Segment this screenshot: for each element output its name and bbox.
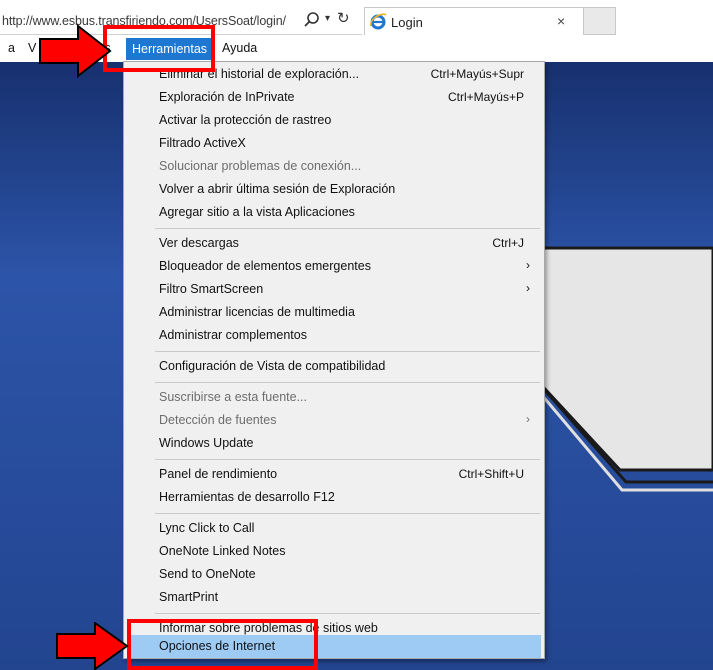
red-arrow-icon: [39, 24, 112, 78]
red-arrow-icon: [56, 622, 129, 670]
menu-item-send-to-onenote[interactable]: Send to OneNote: [124, 563, 544, 586]
tab-title: Login: [391, 15, 423, 30]
menu-item-agregar-aplicaciones[interactable]: Agregar sitio a la vista Aplicaciones: [124, 201, 544, 224]
menu-item-proteccion-rastreo[interactable]: Activar la protección de rastreo: [124, 109, 544, 132]
menu-item-reabrir-sesion[interactable]: Volver a abrir última sesión de Explorac…: [124, 178, 544, 201]
menubar-item-fragment[interactable]: a: [8, 41, 15, 55]
menu-item-administrar-complementos[interactable]: Administrar complementos: [124, 324, 544, 347]
menu-separator: [155, 228, 540, 229]
highlight-box-opciones-internet: [127, 619, 318, 670]
menu-item-filtro-smartscreen[interactable]: Filtro SmartScreen ›: [124, 278, 544, 301]
chevron-down-icon[interactable]: ▾: [325, 13, 330, 24]
tools-menu: Eliminar el historial de exploración... …: [123, 61, 545, 659]
menu-separator: [155, 459, 540, 460]
menu-item-solucionar-conexion: Solucionar problemas de conexión...: [159, 159, 362, 173]
menubar-item-ver[interactable]: V: [28, 41, 36, 55]
menu-item-vista-compatibilidad[interactable]: Configuración de Vista de compatibilidad: [124, 355, 544, 378]
highlight-box-herramientas: [103, 25, 215, 72]
close-icon[interactable]: ×: [557, 13, 565, 29]
menu-separator: [155, 382, 540, 383]
menu-item-windows-update[interactable]: Windows Update: [124, 432, 544, 455]
menu-separator: [155, 513, 540, 514]
ie-logo-icon: [370, 13, 387, 30]
chevron-right-icon: ›: [526, 281, 530, 295]
menu-item-herramientas-f12[interactable]: Herramientas de desarrollo F12: [124, 486, 544, 509]
menu-item-smartprint[interactable]: SmartPrint: [124, 586, 544, 609]
menubar-item-ayuda[interactable]: Ayuda: [222, 41, 257, 55]
menu-separator: [155, 351, 540, 352]
menu-item-onenote-linked-notes[interactable]: OneNote Linked Notes: [124, 540, 544, 563]
menu-item-bloqueador-emergentes[interactable]: Bloqueador de elementos emergentes ›: [124, 255, 544, 278]
new-tab-button[interactable]: [584, 7, 616, 35]
menu-item-ver-descargas[interactable]: Ver descargas Ctrl+J: [124, 232, 544, 255]
chevron-right-icon: ›: [526, 258, 530, 272]
tab-login[interactable]: Login ×: [364, 7, 584, 35]
menu-item-suscribirse-fuente: Suscribirse a esta fuente...: [159, 390, 307, 404]
menu-item-inprivate[interactable]: Exploración de InPrivate Ctrl+Mayús+P: [124, 86, 544, 109]
menu-item-filtrado-activex[interactable]: Filtrado ActiveX: [124, 132, 544, 155]
menu-separator: [155, 613, 540, 614]
menu-item-lync-click-to-call[interactable]: Lync Click to Call: [124, 517, 544, 540]
menu-item-deteccion-fuentes: Detección de fuentes ›: [159, 412, 530, 427]
search-icon[interactable]: [303, 11, 321, 29]
refresh-icon[interactable]: ↻: [337, 9, 350, 27]
menu-item-panel-rendimiento[interactable]: Panel de rendimiento Ctrl+Shift+U: [124, 463, 544, 486]
menu-item-licencias-multimedia[interactable]: Administrar licencias de multimedia: [124, 301, 544, 324]
chevron-right-icon: ›: [526, 412, 530, 426]
